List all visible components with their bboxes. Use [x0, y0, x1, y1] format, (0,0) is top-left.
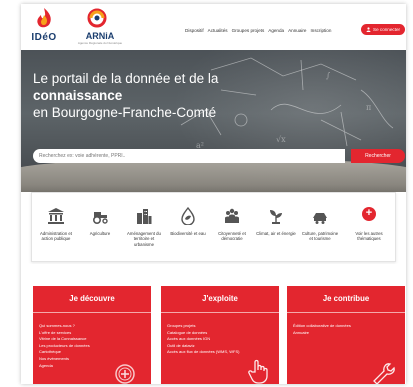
- arnia-logo[interactable]: ARNiA Agence Régionale du Numérique: [75, 8, 125, 46]
- page: IDéO ARNiA Agence Régionale du Numérique…: [21, 4, 406, 384]
- hero-title: Le portail de la donnée et de la connais…: [33, 70, 293, 121]
- themes-bar: Administration et action publique Agricu…: [31, 192, 396, 262]
- card-link-list: Qui sommes-nous ? L'offre de services Vi…: [39, 323, 90, 369]
- hero-book-image: [21, 158, 406, 192]
- nav-dispositif[interactable]: Dispositif: [185, 28, 204, 33]
- card-link[interactable]: Édition collaborative de données: [293, 323, 351, 330]
- card-divider: [161, 312, 279, 313]
- hero-title-line2: connaissance: [33, 88, 123, 103]
- theme-administration[interactable]: Administration et action publique: [36, 207, 76, 242]
- wrench-icon: [373, 363, 395, 384]
- card-link[interactable]: Accès aux flux de données (WMS, WFS): [167, 349, 239, 356]
- tractor-icon: [92, 212, 108, 225]
- card-divider: [33, 312, 151, 313]
- institution-icon: [48, 208, 64, 224]
- arnia-logo-text: ARNiA: [85, 31, 115, 41]
- theme-culture[interactable]: Culture, patrimoine et tourisme: [300, 207, 340, 242]
- theme-label: Voir les autres thématiques: [355, 231, 383, 242]
- theme-label: Culture, patrimoine et tourisme: [301, 231, 339, 242]
- theme-climat[interactable]: Climat, air et énergie: [256, 207, 296, 236]
- theme-agriculture[interactable]: Agriculture: [80, 207, 120, 236]
- card-link[interactable]: Qui sommes-nous ?: [39, 323, 90, 330]
- svg-text:√x: √x: [276, 135, 286, 144]
- card-link[interactable]: L'offre de services: [39, 330, 90, 337]
- plus-icon: +: [362, 207, 376, 221]
- card-title: J'exploite: [202, 294, 238, 303]
- nav-groupes-projets[interactable]: Groupes projets: [232, 28, 265, 33]
- card-link[interactable]: Accès aux données IGN: [167, 336, 239, 343]
- nav-agenda[interactable]: Agenda: [268, 28, 284, 33]
- search-button[interactable]: Rechercher: [351, 149, 405, 163]
- card-link[interactable]: Les producteurs de données: [39, 343, 90, 350]
- discover-plus-icon: [115, 364, 135, 384]
- card-link[interactable]: Nos évènements: [39, 356, 90, 363]
- theme-see-all[interactable]: + Voir les autres thématiques: [346, 207, 392, 242]
- hero-title-line3: en Bourgogne-Franche-Comté: [33, 105, 217, 120]
- heritage-icon: [313, 213, 327, 224]
- nav-actualites[interactable]: Actualités: [208, 28, 228, 33]
- theme-label: Administration et action publique: [39, 231, 72, 242]
- hand-pointer-icon: [248, 359, 268, 384]
- connect-button-label: Se connecter: [373, 27, 401, 32]
- card-link[interactable]: Outil de dataviz: [167, 343, 239, 350]
- citizens-icon: [225, 208, 239, 223]
- arnia-logo-subtitle: Agence Régionale du Numérique: [77, 41, 123, 45]
- city-icon: [137, 209, 152, 224]
- svg-text:π: π: [366, 103, 371, 112]
- card-link[interactable]: Vitrine de la Connaissance: [39, 336, 90, 343]
- hero-banner: ∫ √x π a² Le portail de la donnée et de …: [21, 50, 406, 192]
- action-cards: Je découvre Qui sommes-nous ? L'offre de…: [21, 264, 406, 384]
- theme-label: Climat, air et énergie: [256, 231, 296, 236]
- card-divider: [287, 312, 405, 313]
- plant-icon: [270, 210, 282, 224]
- theme-amenagement[interactable]: Aménagement du territoire et urbanisme: [124, 207, 164, 247]
- theme-label: Citoyenneté et démocratie: [218, 231, 246, 242]
- svg-text:∫: ∫: [326, 71, 331, 80]
- card-title: Je découvre: [69, 294, 115, 303]
- card-contribute[interactable]: Je contribue Édition collaborative de do…: [287, 286, 405, 384]
- ideo-logo[interactable]: IDéO: [29, 8, 59, 46]
- hero-title-line1: Le portail de la donnée et de la: [33, 71, 219, 86]
- theme-label: Agriculture: [89, 231, 111, 236]
- card-link-list: Édition collaborative de données Annuair…: [293, 323, 351, 336]
- arnia-mark-icon: [87, 8, 107, 28]
- site-header: IDéO ARNiA Agence Régionale du Numérique…: [21, 4, 406, 50]
- theme-label: Aménagement du territoire et urbanisme: [127, 231, 161, 247]
- user-icon: [366, 27, 371, 32]
- card-link-list: Groupes projets Catalogue de données Acc…: [167, 323, 239, 356]
- nav-annuaire[interactable]: Annuaire: [288, 28, 306, 33]
- theme-label: Biodiversité et eau: [170, 231, 206, 236]
- ideo-logo-text: IDéO: [31, 32, 57, 43]
- card-exploit[interactable]: J'exploite Groupes projets Catalogue de …: [161, 286, 279, 384]
- connect-button[interactable]: Se connecter: [361, 24, 406, 35]
- search-input[interactable]: [33, 149, 345, 163]
- card-link[interactable]: Groupes projets: [167, 323, 239, 330]
- theme-citoyennete[interactable]: Citoyenneté et démocratie: [212, 207, 252, 242]
- card-link[interactable]: Catalogue de données: [167, 330, 239, 337]
- water-leaf-icon: [181, 207, 195, 225]
- main-nav: Dispositif Actualités Groupes projets Ag…: [185, 28, 331, 33]
- card-link[interactable]: Agenda: [39, 363, 90, 370]
- card-discover[interactable]: Je découvre Qui sommes-nous ? L'offre de…: [33, 286, 151, 384]
- theme-biodiversite[interactable]: Biodiversité et eau: [168, 207, 208, 236]
- card-title: Je contribue: [322, 294, 370, 303]
- search-bar: Rechercher: [33, 149, 406, 163]
- card-link[interactable]: Annuaire: [293, 330, 351, 337]
- card-link[interactable]: Cartothèque: [39, 349, 90, 356]
- nav-inscription[interactable]: Inscription: [310, 28, 331, 33]
- ideo-flame-icon: [37, 8, 51, 28]
